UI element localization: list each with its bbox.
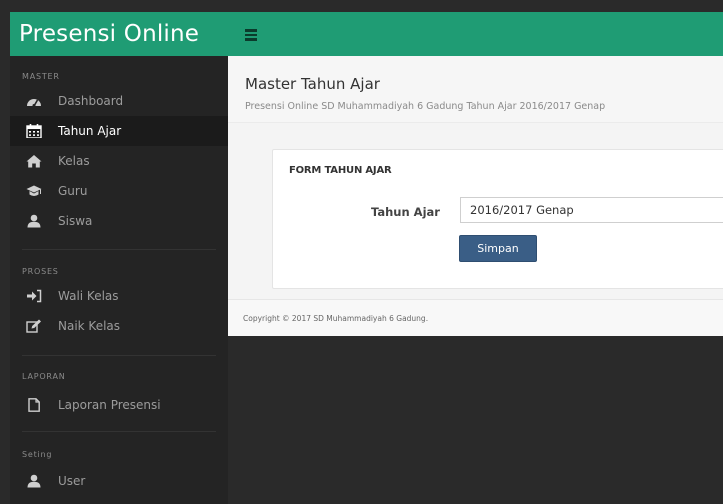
tahun-ajar-input[interactable] bbox=[460, 197, 723, 223]
sidebar-item-kelas[interactable]: Kelas bbox=[10, 146, 228, 176]
file-icon bbox=[28, 398, 40, 412]
sidebar-item-label: Tahun Ajar bbox=[58, 124, 122, 138]
sidebar-section-master: MASTER bbox=[22, 72, 60, 81]
app-title: Presensi Online bbox=[10, 12, 228, 56]
simpan-button[interactable]: Simpan bbox=[459, 235, 537, 262]
sidebar-item-label: User bbox=[58, 474, 86, 488]
hamburger-icon bbox=[245, 33, 257, 36]
sidebar-item-label: Siswa bbox=[58, 214, 93, 228]
edit-icon bbox=[26, 319, 41, 333]
page-header: Master Tahun Ajar Presensi Online SD Muh… bbox=[228, 56, 723, 123]
copyright-text: Copyright © 2017 SD Muhammadiyah 6 Gadun… bbox=[243, 314, 429, 323]
sidebar-item-label: Wali Kelas bbox=[58, 289, 119, 303]
form-title: FORM TAHUN AJAR bbox=[289, 165, 392, 176]
main-content: Master Tahun Ajar Presensi Online SD Muh… bbox=[228, 56, 723, 336]
sidebar-item-label: Kelas bbox=[58, 154, 90, 168]
hamburger-icon bbox=[245, 29, 257, 32]
sidebar-item-tahun-ajar[interactable]: Tahun Ajar bbox=[10, 116, 228, 146]
sidebar-item-wali-kelas[interactable]: Wali Kelas bbox=[10, 281, 228, 311]
top-navbar bbox=[228, 12, 723, 56]
sidebar-item-label: Laporan Presensi bbox=[58, 398, 161, 412]
hamburger-icon bbox=[245, 38, 257, 41]
sidebar-section-seting: Seting bbox=[22, 450, 53, 459]
form-panel: FORM TAHUN AJAR Tahun Ajar Simpan bbox=[272, 149, 723, 289]
menu-toggle-button[interactable] bbox=[238, 24, 264, 44]
user-icon bbox=[27, 474, 41, 488]
page-subtitle: Presensi Online SD Muhammadiyah 6 Gadung… bbox=[245, 101, 606, 112]
sidebar-section-proses: PROSES bbox=[22, 267, 59, 276]
page-title: Master Tahun Ajar bbox=[245, 75, 380, 93]
user-icon bbox=[27, 214, 41, 228]
sidebar-item-siswa[interactable]: Siswa bbox=[10, 206, 228, 236]
sidebar-item-guru[interactable]: Guru bbox=[10, 176, 228, 206]
page-footer: Copyright © 2017 SD Muhammadiyah 6 Gadun… bbox=[228, 299, 723, 336]
sidebar-item-label: Dashboard bbox=[58, 94, 124, 108]
calendar-icon bbox=[26, 124, 42, 138]
sidebar-item-laporan-presensi[interactable]: Laporan Presensi bbox=[10, 390, 228, 420]
graduation-cap-icon bbox=[26, 185, 42, 196]
sidebar-item-naik-kelas[interactable]: Naik Kelas bbox=[10, 311, 228, 341]
home-icon bbox=[26, 155, 42, 168]
panel-area: FORM TAHUN AJAR Tahun Ajar Simpan bbox=[228, 123, 723, 299]
tahun-ajar-label: Tahun Ajar bbox=[371, 205, 440, 219]
sidebar-section-laporan: LAPORAN bbox=[22, 372, 66, 381]
sidebar: MASTER Dashboard Tahun Ajar Kelas Guru S… bbox=[10, 56, 228, 504]
sidebar-item-dashboard[interactable]: Dashboard bbox=[10, 86, 228, 116]
sidebar-item-label: Naik Kelas bbox=[58, 319, 121, 333]
dashboard-icon bbox=[27, 99, 41, 107]
sign-in-icon bbox=[27, 289, 42, 303]
sidebar-item-label: Guru bbox=[58, 184, 88, 198]
sidebar-item-user[interactable]: User bbox=[10, 466, 228, 496]
